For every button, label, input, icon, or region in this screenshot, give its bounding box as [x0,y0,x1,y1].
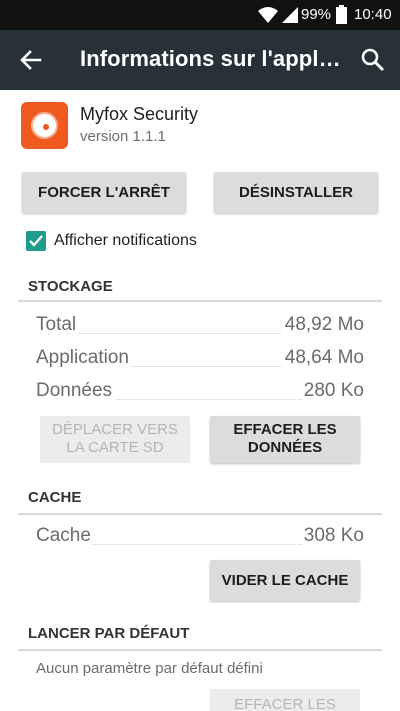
cache-value: 308 Ko [301,525,364,547]
clear-cache-button[interactable]: VIDER LE CACHE [210,560,360,601]
move-to-sd-label-line2: LA CARTE SD [66,439,164,456]
status-bar: 99% 10:40 [0,0,400,30]
cache-header: CACHE [28,489,82,506]
app-icon-disc [31,112,58,139]
signal-icon [282,7,298,23]
checkmark-icon [29,235,43,247]
clear-defaults-label: EFFACER LES [234,696,336,711]
clear-data-label-line2: DONNÉES [247,439,323,456]
app-name: Myfox Security [80,104,199,124]
battery-icon [336,5,347,24]
page-title: Informations sur l'application [80,46,342,71]
storage-row-total: Total 48,92 Mo [36,314,364,340]
clear-data-button[interactable]: EFFACER LES DONNÉES [210,416,360,463]
cache-divider [18,513,382,515]
storage-row-data: Données 280 Ko [36,380,364,406]
app-bar: Informations sur l'application [0,30,400,90]
storage-divider [18,300,382,302]
force-stop-label: FORCER L'ARRÊT [38,184,170,201]
move-to-sd-button[interactable]: DÉPLACER VERS LA CARTE SD [40,416,190,463]
uninstall-button[interactable]: DÉSINSTALLER [214,172,378,213]
wifi-icon [258,7,278,23]
clear-defaults-button[interactable]: EFFACER LES [210,689,360,711]
launch-default-header: LANCER PAR DÉFAUT [28,625,190,642]
back-arrow-icon[interactable] [18,47,44,73]
clear-data-label-line1: EFFACER LES [233,421,337,438]
search-icon[interactable] [360,47,386,73]
app-icon-dot [43,124,49,130]
cache-label: Cache [36,525,93,547]
storage-total-label: Total [36,314,79,336]
no-defaults-text: Aucun paramètre par défaut défini [36,660,263,677]
storage-data-value: 280 Ko [301,380,364,402]
storage-data-label: Données [36,380,115,402]
show-notifications-label[interactable]: Afficher notifications [54,232,197,250]
uninstall-label: DÉSINSTALLER [239,184,353,201]
force-stop-button[interactable]: FORCER L'ARRÊT [22,172,186,213]
battery-percentage: 99% [301,6,332,23]
clock: 10:40 [354,6,392,23]
storage-application-label: Application [36,347,131,369]
launch-default-divider [18,649,382,651]
cache-row: Cache 308 Ko [36,525,364,551]
app-version: version 1.1.1 [80,128,166,145]
myfox-app-icon [21,102,68,149]
storage-application-value: 48,64 Mo [282,347,364,369]
storage-header: STOCKAGE [28,278,113,295]
move-to-sd-label-line1: DÉPLACER VERS [52,421,178,438]
show-notifications-checkbox[interactable] [26,231,46,251]
storage-row-application: Application 48,64 Mo [36,347,364,373]
clear-cache-label: VIDER LE CACHE [221,572,349,589]
storage-total-value: 48,92 Mo [282,314,364,336]
